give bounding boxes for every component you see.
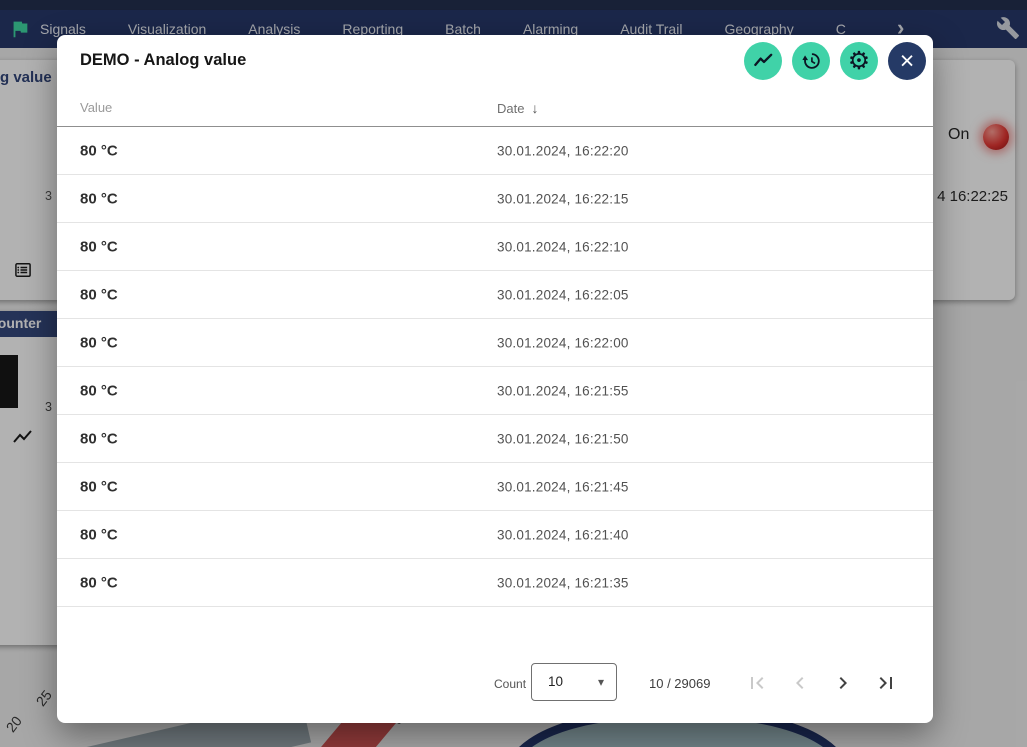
count-label: Count	[494, 677, 526, 691]
row-value: 80 °C	[80, 430, 118, 447]
table-row: 80 °C 30.01.2024, 16:21:55	[57, 367, 933, 415]
row-date: 30.01.2024, 16:22:10	[497, 239, 629, 254]
row-value: 80 °C	[80, 238, 118, 255]
table-row: 80 °C 30.01.2024, 16:22:10	[57, 223, 933, 271]
table-header: Value Date↓	[57, 91, 933, 127]
row-date: 30.01.2024, 16:22:00	[497, 335, 629, 350]
column-header-date[interactable]: Date↓	[497, 100, 538, 116]
row-value: 80 °C	[80, 478, 118, 495]
previous-page-button[interactable]	[788, 671, 812, 695]
row-date: 30.01.2024, 16:22:15	[497, 191, 629, 206]
row-date: 30.01.2024, 16:21:55	[497, 383, 629, 398]
gear-icon: ⚙	[848, 49, 870, 74]
table-row: 80 °C 30.01.2024, 16:22:05	[57, 271, 933, 319]
row-value: 80 °C	[80, 574, 118, 591]
table-row: 80 °C 30.01.2024, 16:21:40	[57, 511, 933, 559]
last-page-icon	[874, 671, 898, 695]
row-date: 30.01.2024, 16:21:45	[497, 479, 629, 494]
row-value: 80 °C	[80, 142, 118, 159]
row-date: 30.01.2024, 16:22:20	[497, 143, 629, 158]
history-icon	[800, 50, 822, 72]
trend-line-icon	[752, 50, 775, 73]
analog-value-dialog: DEMO - Analog value ⚙ × Value Date↓ 80 °…	[57, 35, 933, 723]
table-row: 80 °C 30.01.2024, 16:21:35	[57, 559, 933, 607]
table-row: 80 °C 30.01.2024, 16:22:15	[57, 175, 933, 223]
chart-view-button[interactable]	[744, 42, 782, 80]
row-value: 80 °C	[80, 286, 118, 303]
table-row: 80 °C 30.01.2024, 16:22:20	[57, 127, 933, 175]
value-table: 80 °C 30.01.2024, 16:22:20 80 °C 30.01.2…	[57, 127, 933, 607]
close-button[interactable]: ×	[888, 42, 926, 80]
table-row: 80 °C 30.01.2024, 16:21:50	[57, 415, 933, 463]
chevron-left-icon	[788, 671, 812, 695]
page-range-label: 10 / 29069	[649, 676, 710, 691]
row-date: 30.01.2024, 16:22:05	[497, 287, 629, 302]
count-select[interactable]: 10 ▾	[531, 663, 617, 701]
count-select-value: 10	[548, 664, 563, 700]
screen: SignalsVisualizationAnalysisReportingBat…	[0, 0, 1027, 747]
column-header-value[interactable]: Value	[80, 100, 112, 115]
first-page-icon	[745, 671, 769, 695]
dropdown-caret-icon: ▾	[598, 675, 604, 689]
row-value: 80 °C	[80, 190, 118, 207]
sort-desc-icon: ↓	[531, 100, 538, 116]
row-date: 30.01.2024, 16:21:50	[497, 431, 629, 446]
row-date: 30.01.2024, 16:21:35	[497, 575, 629, 590]
next-page-button[interactable]	[831, 671, 855, 695]
table-row: 80 °C 30.01.2024, 16:21:45	[57, 463, 933, 511]
row-value: 80 °C	[80, 382, 118, 399]
row-value: 80 °C	[80, 334, 118, 351]
first-page-button[interactable]	[745, 671, 769, 695]
settings-button[interactable]: ⚙	[840, 42, 878, 80]
chevron-right-icon	[831, 671, 855, 695]
row-value: 80 °C	[80, 526, 118, 543]
row-date: 30.01.2024, 16:21:40	[497, 527, 629, 542]
last-page-button[interactable]	[874, 671, 898, 695]
history-button[interactable]	[792, 42, 830, 80]
table-row: 80 °C 30.01.2024, 16:22:00	[57, 319, 933, 367]
dialog-title: DEMO - Analog value	[80, 51, 246, 70]
close-icon: ×	[900, 49, 915, 74]
